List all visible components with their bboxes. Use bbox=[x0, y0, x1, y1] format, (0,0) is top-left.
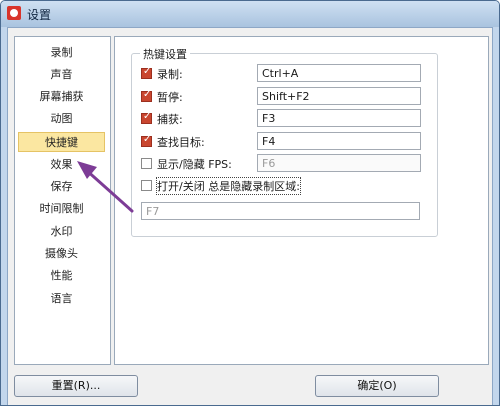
title-bar: 设置 bbox=[1, 1, 499, 27]
pause-hotkey-field[interactable]: Shift+F2 bbox=[257, 87, 421, 105]
pause-hotkey-checkbox[interactable] bbox=[141, 89, 152, 102]
pause-hotkey-label: 暂停: bbox=[157, 91, 183, 104]
sidebar-item-screen-capture[interactable]: 屏幕捕获 bbox=[18, 87, 105, 107]
app-icon bbox=[7, 6, 21, 20]
sidebar-item-performance[interactable]: 性能 bbox=[18, 266, 105, 286]
toggle-area-hotkey-checkbox[interactable] bbox=[141, 180, 152, 191]
sidebar-item-record[interactable]: 录制 bbox=[18, 43, 105, 63]
record-hotkey-field[interactable]: Ctrl+A bbox=[257, 64, 421, 82]
settings-window: 设置 录制 声音 屏幕捕获 动图 快捷键 效果 保存 时间限制 水印 摄像头 性… bbox=[0, 0, 500, 406]
settings-sidebar: 录制 声音 屏幕捕获 动图 快捷键 效果 保存 时间限制 水印 摄像头 性能 语… bbox=[14, 36, 111, 365]
find-target-hotkey-checkbox[interactable] bbox=[141, 134, 152, 147]
window-title: 设置 bbox=[27, 8, 52, 22]
find-target-hotkey-label: 查找目标: bbox=[157, 136, 205, 149]
capture-hotkey-field[interactable]: F3 bbox=[257, 109, 421, 127]
fps-hotkey-field[interactable]: F6 bbox=[257, 154, 421, 172]
toggle-area-hotkey-label: 打开/关闭 总是隐藏录制区域: bbox=[156, 177, 301, 195]
sidebar-item-webcam[interactable]: 摄像头 bbox=[18, 244, 105, 264]
group-title: 热键设置 bbox=[140, 46, 190, 62]
sidebar-item-hotkeys[interactable]: 快捷键 bbox=[18, 132, 105, 152]
capture-hotkey-label: 捕获: bbox=[157, 113, 183, 126]
sidebar-item-gif[interactable]: 动图 bbox=[18, 109, 105, 129]
sidebar-item-sound[interactable]: 声音 bbox=[18, 65, 105, 85]
fps-hotkey-label: 显示/隐藏 FPS: bbox=[157, 158, 232, 171]
record-hotkey-label: 录制: bbox=[157, 68, 183, 81]
sidebar-item-time-limit[interactable]: 时间限制 bbox=[18, 199, 105, 219]
sidebar-item-language[interactable]: 语言 bbox=[18, 289, 105, 309]
record-hotkey-checkbox[interactable] bbox=[141, 66, 152, 79]
reset-button[interactable]: 重置(R)... bbox=[14, 375, 138, 397]
sidebar-item-save[interactable]: 保存 bbox=[18, 177, 105, 197]
fps-hotkey-checkbox[interactable] bbox=[141, 158, 152, 169]
find-target-hotkey-field[interactable]: F4 bbox=[257, 132, 421, 150]
hotkey-settings-group: 热键设置 录制: Ctrl+A 暂停: Shift+F2 捕获: F3 查找目标… bbox=[131, 46, 438, 237]
sidebar-item-effects[interactable]: 效果 bbox=[18, 155, 105, 175]
dialog-body: 录制 声音 屏幕捕获 动图 快捷键 效果 保存 时间限制 水印 摄像头 性能 语… bbox=[7, 27, 493, 405]
ok-button[interactable]: 确定(O) bbox=[315, 375, 439, 397]
hotkeys-panel: 热键设置 录制: Ctrl+A 暂停: Shift+F2 捕获: F3 查找目标… bbox=[114, 36, 489, 365]
capture-hotkey-checkbox[interactable] bbox=[141, 111, 152, 124]
toggle-area-hotkey-field[interactable]: F7 bbox=[141, 202, 420, 220]
sidebar-item-watermark[interactable]: 水印 bbox=[18, 222, 105, 242]
